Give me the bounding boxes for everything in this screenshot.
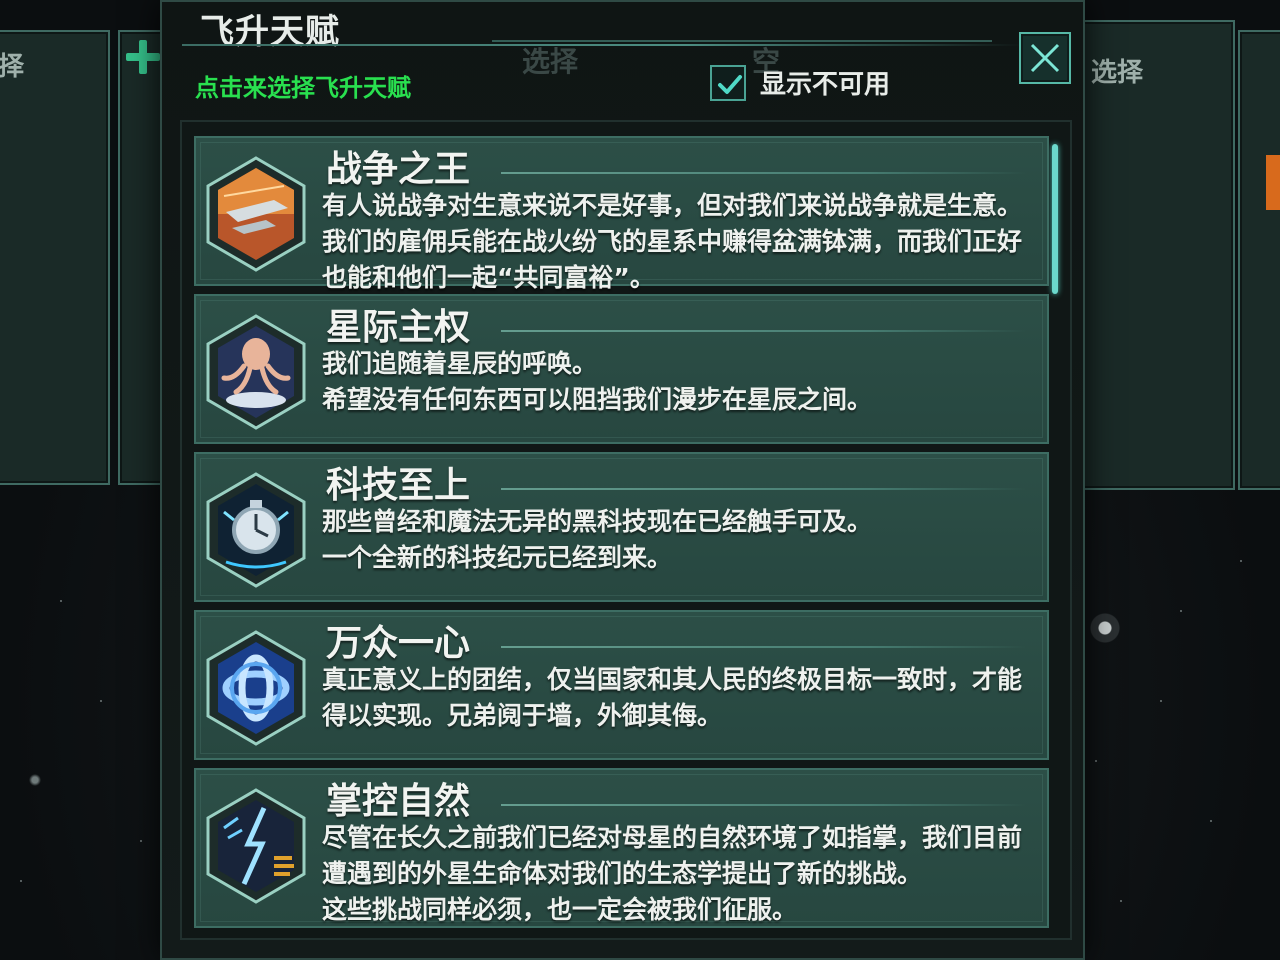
ascension-perk-list: 战争之王 有人说战争对生意来说不是好事，但对我们来说战争就是生意。 我们的雇佣兵… (180, 120, 1072, 940)
show-unavailable-toggle[interactable]: 显示不可用 (710, 64, 890, 101)
ascension-perks-dialog: 飞升天赋 选择 空 点击来选择飞升天赋 显示不可用 战争之王 有人说战争对生意来… (160, 0, 1085, 960)
plus-icon[interactable] (126, 40, 160, 74)
background-right-label: 选择 (1091, 58, 1144, 88)
knot-icon (206, 630, 306, 746)
background-panel-right-2 (1238, 30, 1280, 490)
title-divider (182, 44, 1022, 46)
perk-item-mastery-of-nature[interactable]: 掌控自然 尽管在长久之前我们已经对母星的自然环境了如指掌，我们目前 遭遇到的外星… (194, 768, 1049, 928)
nature-lightning-icon (206, 788, 306, 904)
orange-tab (1266, 155, 1280, 210)
stopwatch-icon (206, 472, 306, 588)
perk-description: 尽管在长久之前我们已经对母星的自然环境了如指掌，我们目前 遭遇到的外星生命体对我… (322, 823, 1023, 924)
perk-header-rule (501, 804, 1026, 806)
octopus-icon (206, 314, 306, 430)
perk-item-warlord[interactable]: 战争之王 有人说战争对生意来说不是好事，但对我们来说战争就是生意。 我们的雇佣兵… (194, 136, 1049, 292)
checkmark-icon (718, 74, 742, 94)
perk-item-galactic-sovereignty[interactable]: 星际主权 我们追随着星辰的呼唤。 希望没有任何东西可以阻挡我们漫步在星辰之间。 (194, 294, 1049, 444)
perk-description: 有人说战争对生意来说不是好事，但对我们来说战争就是生意。 我们的雇佣兵能在战火纷… (322, 191, 1023, 292)
perk-name: 科技至上 (326, 465, 471, 506)
background-left-label: 择 (0, 52, 25, 82)
background-panel-left: 择 (0, 30, 110, 485)
perk-header-rule (501, 646, 1026, 648)
perk-item-technological-ascendancy[interactable]: 科技至上 那些曾经和魔法无异的黑科技现在已经触手可及。 一个全新的科技纪元已经到… (194, 452, 1049, 602)
perk-name: 星际主权 (326, 307, 471, 348)
perk-header-rule (501, 330, 1026, 332)
perk-name: 万众一心 (326, 623, 471, 664)
background-panel-right: 选择 (1075, 20, 1235, 490)
warships-icon (206, 156, 306, 272)
show-unavailable-label: 显示不可用 (760, 70, 891, 100)
perk-header-rule (501, 488, 1026, 490)
perk-item-one-vision[interactable]: 万众一心 真正意义上的团结，仅当国家和其人民的终极目标一致时，才能 得以实现。兄… (194, 610, 1049, 760)
perk-description: 我们追随着星辰的呼唤。 希望没有任何东西可以阻挡我们漫步在星辰之间。 (322, 349, 873, 414)
show-unavailable-checkbox[interactable] (710, 64, 746, 101)
perk-name: 战争之王 (326, 149, 471, 190)
ghost-label-select: 选择 (522, 45, 579, 78)
scrollbar-thumb[interactable] (1052, 144, 1058, 294)
perk-description: 那些曾经和魔法无异的黑科技现在已经触手可及。 一个全新的科技纪元已经到来。 (322, 507, 873, 572)
perk-description: 真正意义上的团结，仅当国家和其人民的终极目标一致时，才能 得以实现。兄弟阋于墙，… (322, 665, 1023, 730)
close-button[interactable] (1019, 32, 1071, 84)
perk-name: 掌控自然 (326, 781, 471, 822)
perk-header-rule (501, 172, 1026, 174)
dialog-subtitle: 点击来选择飞升天赋 (195, 74, 411, 102)
close-icon (1030, 43, 1060, 73)
